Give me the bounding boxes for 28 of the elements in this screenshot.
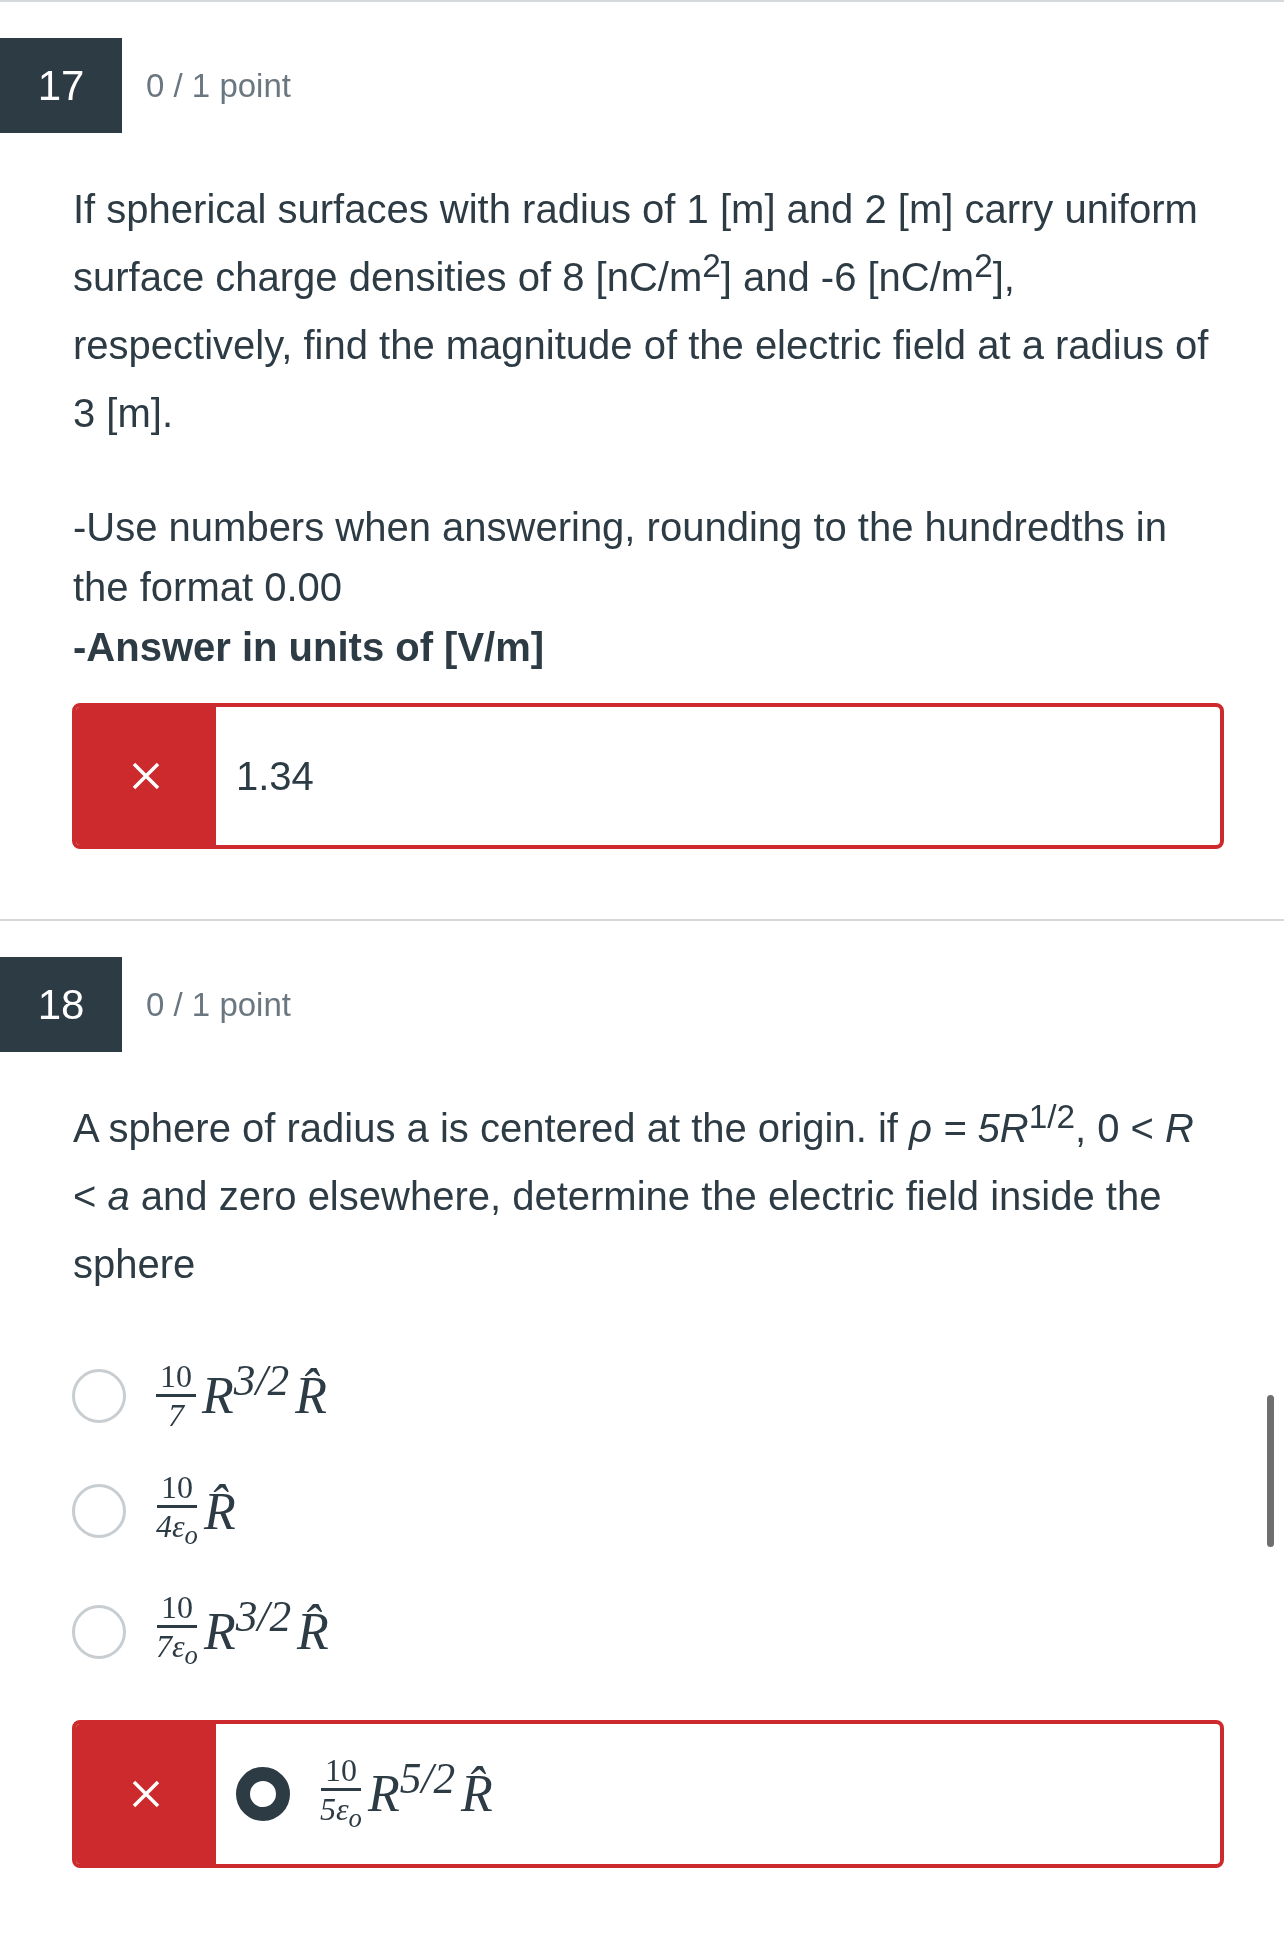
fraction-denominator: 5ε$_{o}$: [320, 1790, 362, 1835]
instruction-text: -Use numbers when answering, rounding to the hundredths in the format 0.00: [73, 504, 1168, 611]
unit-vector: R̂: [203, 1481, 236, 1541]
fraction-denominator: 4ε$_{o}$: [156, 1508, 198, 1553]
points-label: 0 / 1 point: [146, 985, 291, 1024]
power-term: R$^{3/2}$: [203, 1602, 292, 1662]
question-text: If spherical surfaces with radius of 1 [m] and 2 [m] carry uniform surface charge densities of 8 [nC/m$^{2}$] and -6 [nC/m$^{2}$], respectively, find the magnitude of the electric field at a radius of 3 [m].: [73, 186, 1210, 437]
unit-vector: R̂: [297, 1602, 329, 1662]
scrollbar[interactable]: [1267, 1395, 1274, 1547]
fraction-numerator: 10: [156, 1589, 197, 1629]
instruction-text: -Answer in units of [V/m]: [73, 624, 546, 671]
points-label: 0 / 1 point: [146, 66, 291, 105]
radio-button[interactable]: [236, 1766, 290, 1821]
power-term: R$^{5/2}$: [367, 1764, 456, 1824]
fraction-numerator: 10: [156, 1358, 196, 1397]
close-icon: [131, 1778, 161, 1809]
power-term: R$^{3/2}$: [202, 1366, 290, 1425]
fraction-denominator: 7ε$_{o}$: [156, 1628, 198, 1673]
close-icon: [131, 761, 161, 791]
fraction-denominator: 7: [168, 1397, 184, 1433]
answer-value: 1.34: [236, 753, 314, 799]
unit-vector: R̂: [295, 1366, 327, 1425]
question-number: 17: [0, 38, 122, 133]
fraction-numerator: 10: [156, 1469, 197, 1508]
fraction-numerator: 10: [320, 1751, 361, 1791]
unit-vector: R̂: [461, 1764, 493, 1824]
question-text: A sphere of radius a is centered at the origin. if ρ = 5R$^{1/2}$, 0 < R < a and zero elsewhere, determine the electric field inside the sphere: [73, 1096, 1195, 1288]
question-number: 18: [0, 957, 122, 1052]
